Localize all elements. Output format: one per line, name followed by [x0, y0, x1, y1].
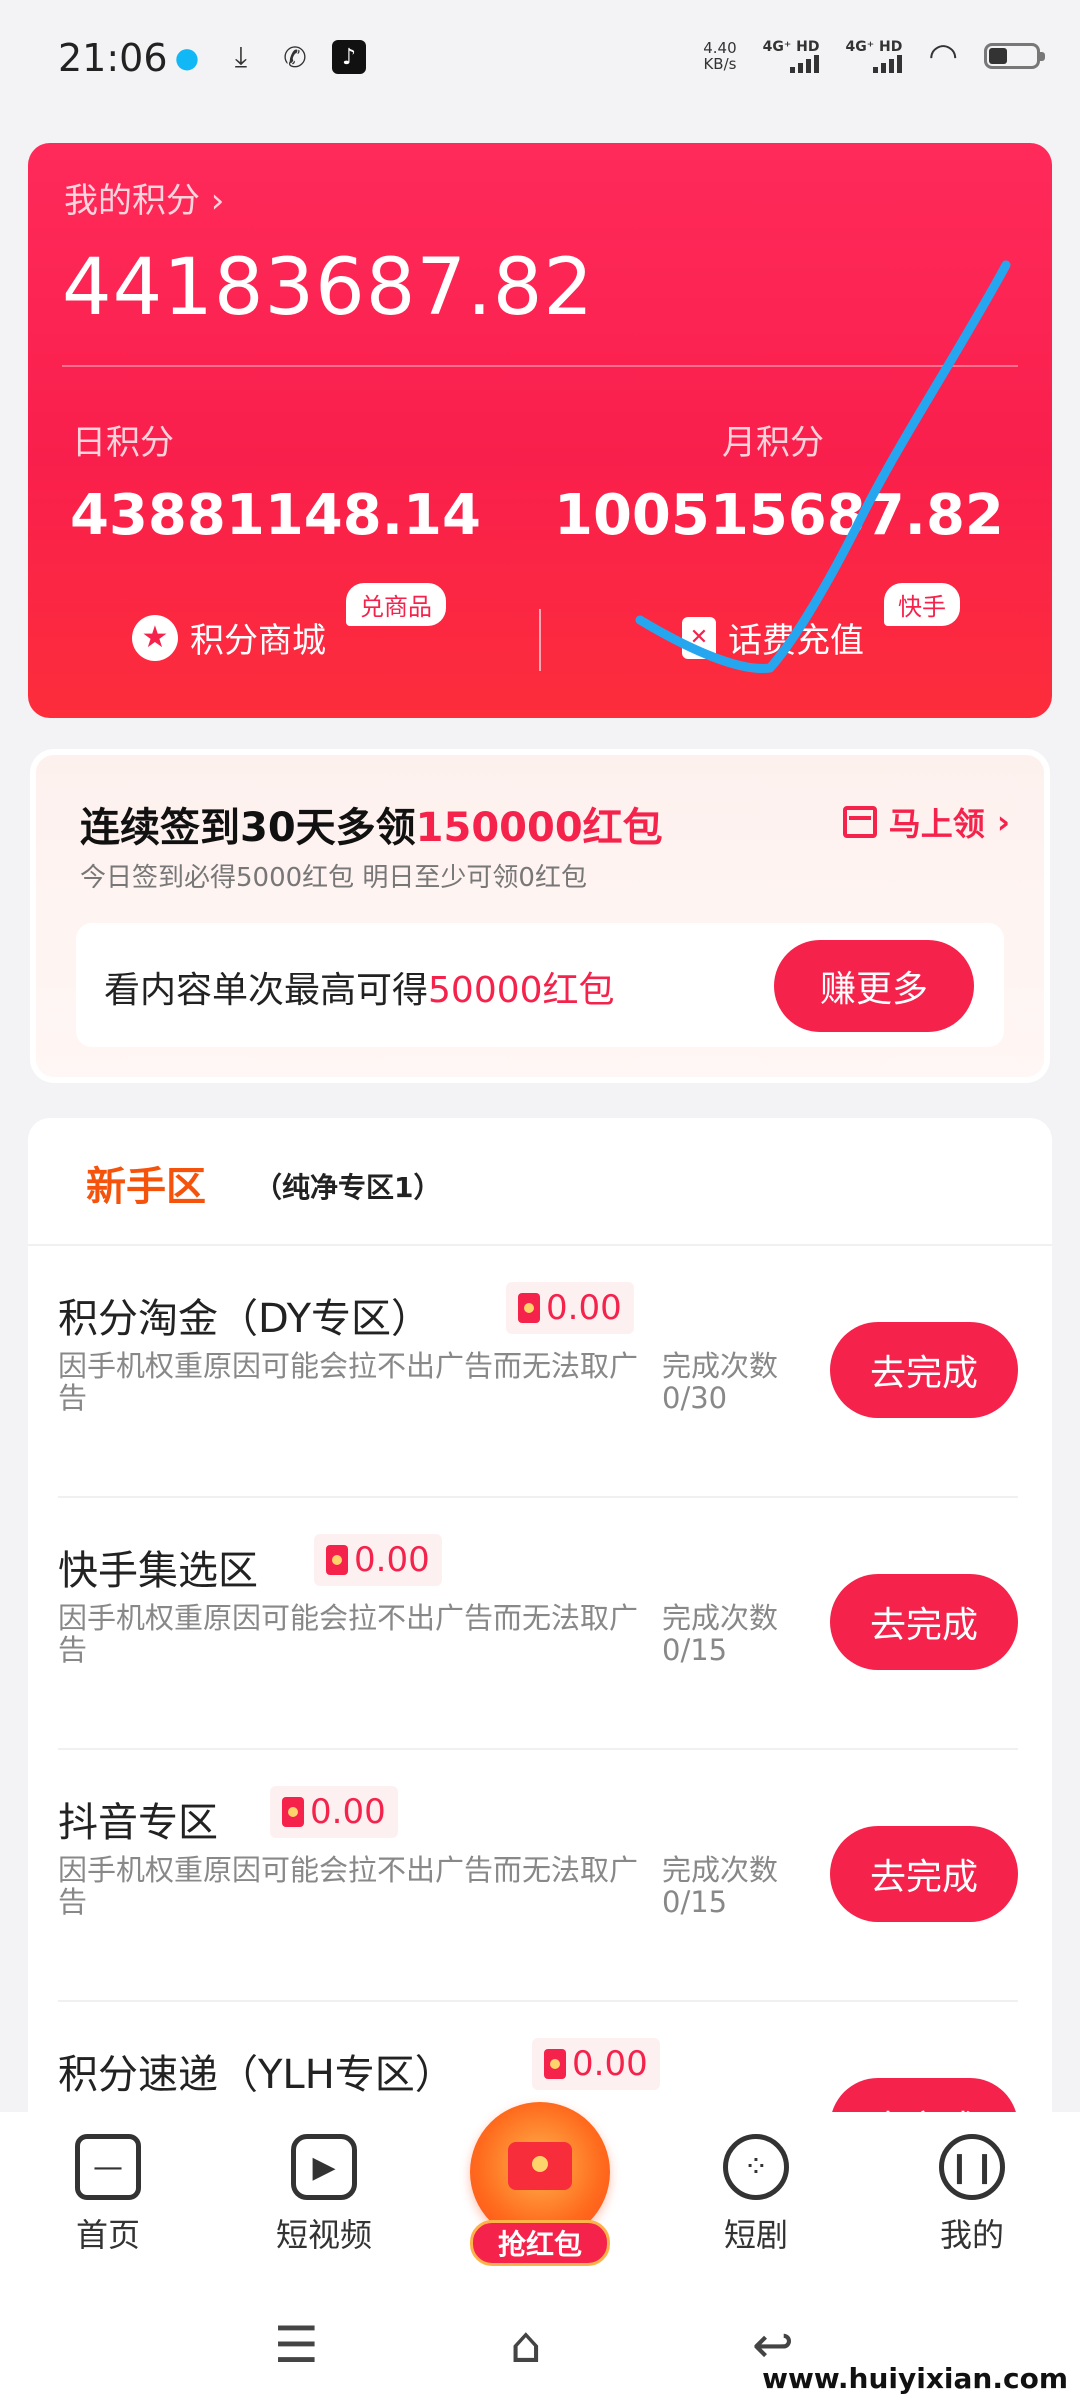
- completion-count: 完成次数 0/15: [662, 1853, 779, 1919]
- nav-grab-red-packet[interactable]: 抢红包: [462, 2102, 618, 2266]
- play-icon: ▶: [291, 2134, 357, 2200]
- nav-mine[interactable]: ❙❙ 我的: [902, 2134, 1042, 2256]
- phone-bill-icon: ✕: [682, 616, 716, 659]
- reward-badge: 0.00: [270, 1786, 398, 1838]
- points-card: 我的积分 › 44183687.82 日积分 月积分 43881148.14 1…: [28, 143, 1052, 718]
- go-complete-button[interactable]: 去完成: [830, 1826, 1018, 1922]
- download-icon: ⤓: [234, 40, 248, 73]
- red-packet-icon: [544, 2049, 566, 2079]
- network-speed: 4.40 KB/s: [703, 39, 737, 73]
- section-title: 新手区: [86, 1164, 206, 1210]
- red-packet-icon: [282, 1797, 304, 1827]
- points-total: 44183687.82: [62, 243, 595, 333]
- sign-in-subtitle: 今日签到必得5000红包 明日至少可领0红包: [80, 863, 587, 893]
- wifi-icon: ◠: [928, 36, 958, 76]
- watch-content-banner: 看内容单次最高可得50000红包 赚更多: [76, 923, 1004, 1047]
- system-status: 4.40 KB/s 4G⁺ HD 4G⁺ HD ◠: [703, 36, 1045, 76]
- reward-badge: 0.00: [506, 1282, 634, 1334]
- vertical-divider: [539, 609, 541, 671]
- go-complete-button[interactable]: 去完成: [830, 1322, 1018, 1418]
- profile-face-icon: ❙❙: [939, 2134, 1005, 2200]
- mall-tag-badge: 兑商品: [346, 583, 446, 626]
- monthly-points-label: 月积分: [722, 423, 824, 463]
- monthly-points-value: 100515687.82: [554, 483, 1004, 548]
- task-description: 因手机权重原因可能会拉不出广告而无法取广告: [58, 1853, 639, 1919]
- bottom-nav: — 首页 ▶ 短视频 抢红包 ⁘ 短剧 ❙❙ 我的: [0, 2102, 1080, 2288]
- nav-short-video[interactable]: ▶ 短视频: [254, 2134, 394, 2256]
- qq-icon: ●: [174, 40, 200, 74]
- status-bar: 21:06 ● ⤓ ✆ ♪ 4.40 KB/s 4G⁺ HD 4G⁺ HD ◠: [0, 0, 1080, 120]
- reward-badge: 0.00: [532, 2038, 660, 2090]
- kuaishou-tag-badge: 快手: [884, 583, 960, 626]
- claim-now-button[interactable]: 马上领 ›: [842, 799, 1010, 845]
- task-name: 积分速递（YLH专区）: [58, 2052, 455, 2098]
- watch-content-text: 看内容单次最高可得50000红包: [104, 970, 615, 1011]
- watermark-text: www.huiyixian.com: [756, 2360, 1074, 2397]
- my-points-link[interactable]: 我的积分 ›: [64, 173, 224, 222]
- red-packet-icon: [326, 1545, 348, 1575]
- envelope-icon: [508, 2142, 572, 2190]
- phone-recharge-button[interactable]: ✕ 话费充值: [682, 613, 864, 662]
- status-time: 21:06: [58, 36, 168, 80]
- earn-more-button[interactable]: 赚更多: [774, 940, 974, 1032]
- nav-home[interactable]: — 首页: [38, 2134, 178, 2256]
- reward-badge: 0.00: [314, 1534, 442, 1586]
- task-item: 抖音专区 0.00 因手机权重原因可能会拉不出广告而无法取广告 完成次数 0/1…: [58, 1750, 1018, 2002]
- home-gesture-icon[interactable]: ⌂: [510, 2316, 542, 2374]
- divider: [62, 365, 1018, 367]
- section-subtitle: （纯净专区1）: [254, 1171, 442, 1204]
- task-item: 快手集选区 0.00 因手机权重原因可能会拉不出广告而无法取广告 完成次数 0/…: [58, 1498, 1018, 1750]
- completion-count: 完成次数 0/15: [662, 1601, 779, 1667]
- tiktok-icon: ♪: [332, 40, 366, 74]
- task-section-header: 新手区 （纯净专区1）: [28, 1118, 1052, 1246]
- go-complete-button[interactable]: 去完成: [830, 1574, 1018, 1670]
- task-description: 因手机权重原因可能会拉不出广告而无法取广告: [58, 1349, 639, 1415]
- battery-icon: [984, 43, 1045, 69]
- task-item: 积分淘金（DY专区） 0.00 因手机权重原因可能会拉不出广告而无法取广告 完成…: [58, 1246, 1018, 1498]
- task-name: 快手集选区: [58, 1548, 258, 1594]
- nav-short-drama[interactable]: ⁘ 短剧: [686, 2134, 826, 2256]
- task-name: 抖音专区: [58, 1800, 218, 1846]
- daily-points-label: 日积分: [72, 423, 174, 463]
- red-packet-icon: [518, 1293, 540, 1323]
- calendar-icon: [842, 806, 877, 838]
- daily-points-value: 43881148.14: [70, 483, 481, 548]
- menu-icon[interactable]: ☰: [274, 2316, 319, 2374]
- film-reel-icon: ⁘: [723, 2134, 789, 2200]
- star-icon: ★: [132, 614, 178, 661]
- wechat-icon: ✆: [283, 40, 307, 74]
- sign-in-title: 连续签到30天多领150000红包: [80, 805, 663, 851]
- task-name: 积分淘金（DY专区）: [58, 1296, 432, 1342]
- completion-count: 完成次数 0/30: [662, 1349, 779, 1415]
- points-mall-button[interactable]: ★ 积分商城: [132, 613, 326, 662]
- sim2-signal-icon: 4G⁺ HD: [845, 39, 903, 73]
- task-description: 因手机权重原因可能会拉不出广告而无法取广告: [58, 1601, 639, 1667]
- sim1-signal-icon: 4G⁺ HD: [763, 39, 820, 73]
- home-icon: —: [75, 2134, 141, 2200]
- sign-in-card: 连续签到30天多领150000红包 今日签到必得5000红包 明日至少可领0红包…: [36, 755, 1044, 1077]
- notification-icons: ● ⤓ ✆ ♪: [170, 40, 366, 74]
